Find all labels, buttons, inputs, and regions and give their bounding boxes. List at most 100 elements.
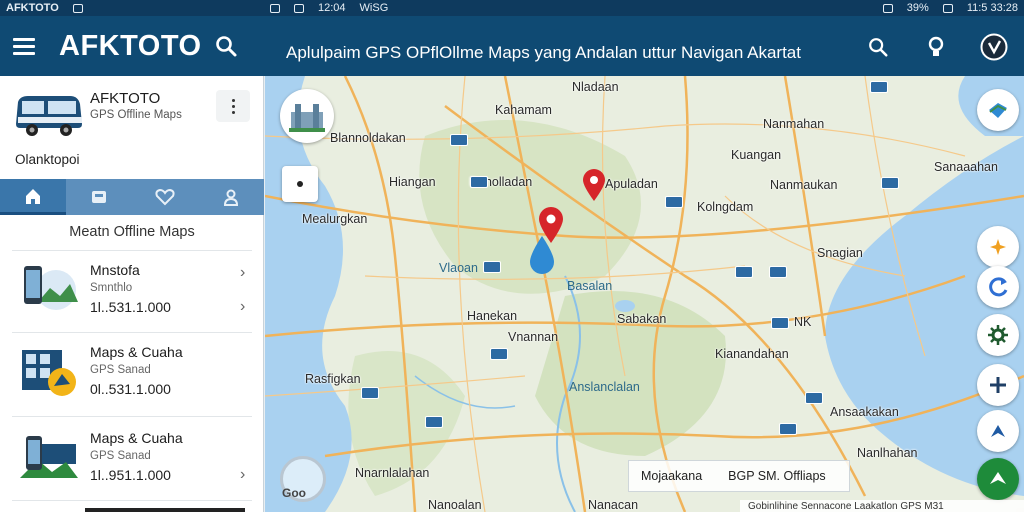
scroll-indicator xyxy=(85,508,245,512)
status-time: 11:5 33:28 xyxy=(966,2,1018,14)
status-time-left: 12:04 xyxy=(318,2,346,14)
dot-icon xyxy=(297,181,303,187)
map-place-label: Nanmahan xyxy=(763,117,825,131)
navigate-fab[interactable] xyxy=(977,458,1019,500)
map-attribution: Gobinlihine Sennacone Laakatlon GPS M31 xyxy=(740,500,1024,512)
item-title: Maps & Cuaha xyxy=(90,344,183,360)
item-size: 1l..951.1.000 xyxy=(90,467,171,483)
item-size: 1l..531.1.000 xyxy=(90,299,171,315)
item-subtitle: GPS Sanad xyxy=(90,364,151,376)
tab-home[interactable] xyxy=(0,179,66,215)
map-water-label: Basalan xyxy=(567,279,613,293)
divider xyxy=(12,416,252,417)
battery-level: 39% xyxy=(906,2,929,14)
item-size: 0l..531.1.000 xyxy=(90,381,171,397)
divider xyxy=(12,332,252,333)
map-place-label: Vnannan xyxy=(508,330,559,344)
road-shield xyxy=(425,416,443,428)
divider xyxy=(12,500,252,501)
item-title: Mnstofa xyxy=(90,262,140,278)
map-place-label: Sanaaahan xyxy=(934,160,998,174)
road-shield xyxy=(881,177,899,189)
bus-icon xyxy=(14,92,84,138)
tab-layers[interactable] xyxy=(66,179,132,215)
map-place-label: Nnarnlalahan xyxy=(355,466,430,480)
pin-icon xyxy=(990,239,1006,255)
map-place-label: Mealurgkan xyxy=(302,212,368,226)
landmark-icon xyxy=(289,104,325,132)
pin-fab[interactable] xyxy=(977,226,1019,268)
divider xyxy=(12,250,252,251)
map-place-label: Kahamam xyxy=(495,103,552,117)
map-place-label: Ansaakakan xyxy=(830,405,899,419)
map-place-label: Nanacan xyxy=(588,498,639,512)
road-shield xyxy=(771,317,789,329)
my-location-button[interactable] xyxy=(282,166,318,202)
status-network: WiSG xyxy=(359,2,389,14)
search-icon[interactable] xyxy=(214,34,238,58)
map-place-label: Apuladan xyxy=(605,177,658,191)
settings-fab[interactable] xyxy=(977,314,1019,356)
list-item[interactable]: Mnstofa Smnthlo 1l..531.1.000 › › xyxy=(0,252,264,336)
gear-icon xyxy=(988,325,1008,345)
direction-fab[interactable] xyxy=(977,410,1019,452)
plus-icon xyxy=(990,377,1006,393)
info-box-right: BGP SM. Offliaps xyxy=(728,469,826,483)
map-place-label: Rasfigkan xyxy=(305,372,361,386)
info-box-left: Mojaakana xyxy=(641,469,703,483)
item-subtitle: GPS Sanad xyxy=(90,450,151,462)
list-item[interactable]: Maps & Cuaha GPS Sanad 0l..531.1.000 xyxy=(0,334,264,418)
map-water-label: Vlaoan xyxy=(439,261,478,275)
phone-map-icon xyxy=(20,262,80,318)
road-shield xyxy=(361,387,379,399)
bulb-icon[interactable] xyxy=(922,33,950,61)
status-bar: AFKTOTO 12:04 WiSG 39% 11:5 33:28 xyxy=(0,0,1024,16)
map-place-label: Nanmaukan xyxy=(770,178,838,192)
search-icon[interactable] xyxy=(864,33,892,61)
road-shield xyxy=(735,266,753,278)
sidebar-subtitle: GPS Offline Maps xyxy=(90,109,182,121)
tab-favorites[interactable] xyxy=(132,179,198,215)
map-view[interactable]: Nladaan Kahamam Nanmahan Blannoldakan Ku… xyxy=(265,76,1024,512)
sidebar: AFKTOTO GPS Offline Maps Olanktopoi Meat… xyxy=(0,76,264,512)
map-place-label: Nladaan xyxy=(572,80,619,94)
tab-profile[interactable] xyxy=(198,179,264,215)
road-shield xyxy=(450,134,468,146)
map-place-label: Blannoldakan xyxy=(330,131,406,145)
list-item[interactable]: Maps & Cuaha GPS Sanad 1l..951.1.000 › xyxy=(0,420,264,504)
zoom-in-button[interactable] xyxy=(977,364,1019,406)
map-water-label: Anslanclalan xyxy=(569,380,640,394)
battery-icon xyxy=(942,3,953,13)
refresh-fab[interactable] xyxy=(977,266,1019,308)
more-menu-button[interactable] xyxy=(216,90,250,122)
item-subtitle: Smnthlo xyxy=(90,282,133,294)
home-icon xyxy=(26,188,40,204)
map-place-label: Kuangan xyxy=(731,148,782,162)
layers-icon xyxy=(92,191,106,203)
water-drop-marker[interactable] xyxy=(527,234,557,276)
pin-icon[interactable] xyxy=(581,168,607,202)
road-shield xyxy=(483,261,501,273)
image-icon xyxy=(270,3,280,13)
map-logo: Goo xyxy=(282,486,306,500)
chevron-right-icon: › xyxy=(240,298,246,315)
phone-landscape-icon xyxy=(20,430,80,486)
road-shield xyxy=(870,81,888,93)
sidebar-title: AFKTOTO xyxy=(90,90,161,107)
user-icon xyxy=(223,189,239,206)
hamburger-icon[interactable] xyxy=(13,37,35,55)
road-shield xyxy=(779,423,797,435)
map-place-label: Kianandahan xyxy=(715,347,789,361)
refresh-icon xyxy=(989,277,1008,297)
map-place-label: Nanoalan xyxy=(428,498,482,512)
map-info-box[interactable]: Mojaakana BGP SM. Offliaps xyxy=(628,460,850,492)
layers-fab[interactable] xyxy=(977,89,1019,131)
notification-icon xyxy=(72,3,83,13)
map-place-label: Hanekan xyxy=(467,309,518,323)
map-place-label: Hiangan xyxy=(389,175,436,189)
mail-icon xyxy=(294,3,304,13)
compass-icon[interactable] xyxy=(980,33,1008,61)
landmark-button[interactable] xyxy=(280,89,334,143)
heart-icon xyxy=(155,188,175,206)
wifi-icon xyxy=(882,3,893,13)
